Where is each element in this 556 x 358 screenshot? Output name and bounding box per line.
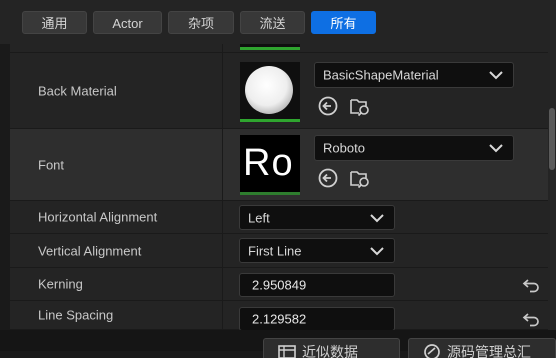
- details-panel: Back Material BasicShapeMaterial Font Ro…: [10, 44, 556, 330]
- arrow-left-circle-icon[interactable]: [317, 95, 339, 117]
- font-preview-text: Ro: [243, 142, 294, 184]
- partial-row: [10, 44, 556, 53]
- chevron-down-icon: [370, 213, 384, 222]
- tab-all[interactable]: 所有: [311, 11, 376, 34]
- table-icon: [278, 345, 296, 358]
- vertical-alignment-combo[interactable]: First Line: [239, 238, 395, 263]
- horizontal-alignment-label: Horizontal Alignment: [38, 209, 158, 225]
- reset-arrow-icon[interactable]: [522, 277, 540, 293]
- row-font: Font Ro Roboto: [10, 129, 556, 201]
- filter-tab-bar: 通用 Actor 杂项 流送 所有: [0, 0, 556, 44]
- font-thumbnail[interactable]: Ro: [240, 135, 300, 195]
- bottom-tab-bar: 近似数据 源码管理总汇: [0, 330, 556, 358]
- chevron-down-icon: [489, 71, 503, 80]
- scrollbar-thumb[interactable]: [549, 108, 555, 170]
- kerning-label: Kerning: [38, 276, 83, 292]
- tab-misc[interactable]: 杂项: [168, 11, 234, 34]
- back-material-combo[interactable]: BasicShapeMaterial: [314, 62, 514, 88]
- line-spacing-label: Line Spacing: [38, 307, 114, 323]
- row-line-spacing: Line Spacing 2.129582: [10, 301, 556, 330]
- tab-actor[interactable]: Actor: [93, 11, 162, 34]
- back-material-thumbnail[interactable]: [240, 62, 300, 122]
- folder-search-icon[interactable]: [349, 95, 371, 117]
- kerning-input[interactable]: 2.950849: [239, 273, 395, 297]
- row-kerning: Kerning 2.950849: [10, 268, 556, 301]
- font-label: Font: [38, 157, 65, 172]
- row-back-material: Back Material BasicShapeMaterial: [10, 53, 556, 129]
- vertical-alignment-label: Vertical Alignment: [38, 243, 142, 258]
- scrollbar-track[interactable]: [548, 44, 556, 330]
- bottom-tab-source-control[interactable]: 源码管理总汇: [408, 338, 556, 358]
- white-sphere-material-icon: [245, 66, 293, 114]
- partial-thumbnail: [240, 44, 300, 50]
- row-vertical-alignment: Vertical Alignment First Line: [10, 234, 556, 268]
- tab-streaming[interactable]: 流送: [240, 11, 305, 34]
- back-material-label: Back Material: [38, 83, 117, 98]
- bottom-tab-data[interactable]: 近似数据: [263, 338, 400, 358]
- reset-arrow-icon[interactable]: [522, 311, 540, 327]
- tab-general[interactable]: 通用: [22, 11, 87, 34]
- arrow-left-circle-icon[interactable]: [317, 167, 339, 189]
- horizontal-alignment-combo[interactable]: Left: [239, 205, 395, 230]
- font-combo[interactable]: Roboto: [314, 135, 514, 161]
- chevron-down-icon: [489, 144, 503, 153]
- folder-search-icon[interactable]: [349, 167, 371, 189]
- chevron-down-icon: [370, 246, 384, 255]
- line-spacing-input[interactable]: 2.129582: [239, 307, 395, 330]
- row-horizontal-alignment: Horizontal Alignment Left: [10, 201, 556, 234]
